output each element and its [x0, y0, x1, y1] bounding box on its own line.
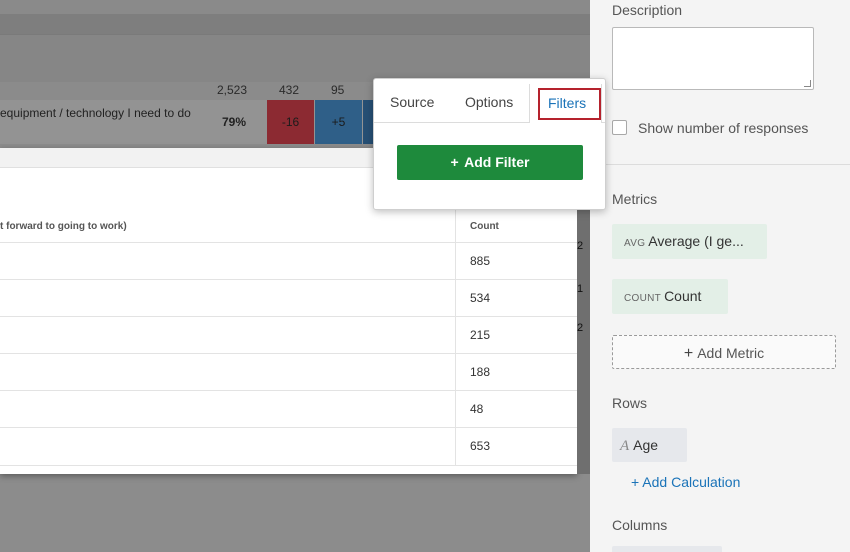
tab-options[interactable]: Options — [465, 94, 513, 110]
edge-mark: 1 — [577, 283, 584, 295]
metric-label: Average (I ge... — [648, 233, 744, 249]
heat-cell-positive: +5 — [315, 100, 362, 144]
filters-popover: Source Options Filters + Add Filter — [373, 78, 606, 210]
add-calculation-link[interactable]: + Add Calculation — [631, 474, 740, 490]
table-row: 48 — [0, 390, 577, 427]
question-column-header: t forward to going to work) — [0, 221, 127, 232]
metric-label: Count — [664, 288, 702, 304]
bg-header-band — [0, 0, 590, 14]
text-type-icon: A — [620, 438, 630, 454]
count-cell: 188 — [470, 365, 491, 379]
edge-mark: 2 — [577, 240, 584, 252]
bg-section-band — [0, 34, 590, 82]
count-cell: 885 — [470, 254, 491, 268]
table-row: 188 — [0, 353, 577, 390]
popover-tab-bar: Source Options Filters — [374, 79, 605, 123]
tab-filters[interactable]: Filters — [548, 95, 586, 111]
tab-source[interactable]: Source — [390, 94, 434, 110]
resize-handle-icon[interactable] — [804, 80, 811, 87]
edge-mark: 2 — [577, 322, 584, 334]
bg-number: 432 — [279, 83, 300, 97]
description-label: Description — [612, 2, 683, 18]
table-row: 534 — [0, 279, 577, 316]
bg-number: 95 — [331, 83, 345, 97]
plus-icon: + — [450, 154, 459, 170]
bg-number: 2,523 — [217, 83, 248, 97]
settings-panel: Description Show number of responses Met… — [590, 0, 850, 552]
count-cell: 48 — [470, 402, 484, 416]
metric-type-tag: AVG — [624, 238, 646, 249]
metrics-label: Metrics — [612, 191, 658, 207]
count-cell: 534 — [470, 291, 491, 305]
plus-icon: + — [683, 345, 694, 362]
metric-average-pill[interactable]: AVG Average (I ge... — [612, 224, 767, 259]
bg-row-text: equipment / technology I need to do — [0, 106, 191, 120]
heat-cell-negative: -16 — [267, 100, 314, 144]
add-metric-button[interactable]: + Add Metric — [612, 335, 836, 369]
metric-type-tag: COUNT — [624, 293, 662, 304]
show-responses-checkbox[interactable] — [612, 120, 627, 135]
count-column-header: Count — [470, 221, 499, 232]
count-cell: 653 — [470, 439, 491, 453]
table-row: 653 — [0, 427, 577, 464]
columns-label: Columns — [612, 517, 668, 533]
show-responses-label: Show number of responses — [638, 120, 809, 136]
count-cell: 215 — [470, 328, 491, 342]
rows-label: Rows — [612, 395, 648, 411]
table-bottom-border — [0, 465, 577, 466]
table-row: 885 — [0, 242, 577, 279]
bg-row-percent: 79% — [222, 115, 247, 129]
table-row: 215 — [0, 316, 577, 353]
bg-toolbar-band — [0, 14, 590, 34]
column-item-pill[interactable] — [612, 546, 722, 552]
add-filter-button[interactable]: + Add Filter — [397, 145, 583, 180]
description-textarea[interactable] — [612, 27, 814, 90]
metric-count-pill[interactable]: COUNT Count — [612, 279, 728, 314]
row-label: Age — [633, 437, 659, 453]
row-age-pill[interactable]: A Age — [612, 428, 687, 462]
panel-divider — [590, 164, 850, 165]
